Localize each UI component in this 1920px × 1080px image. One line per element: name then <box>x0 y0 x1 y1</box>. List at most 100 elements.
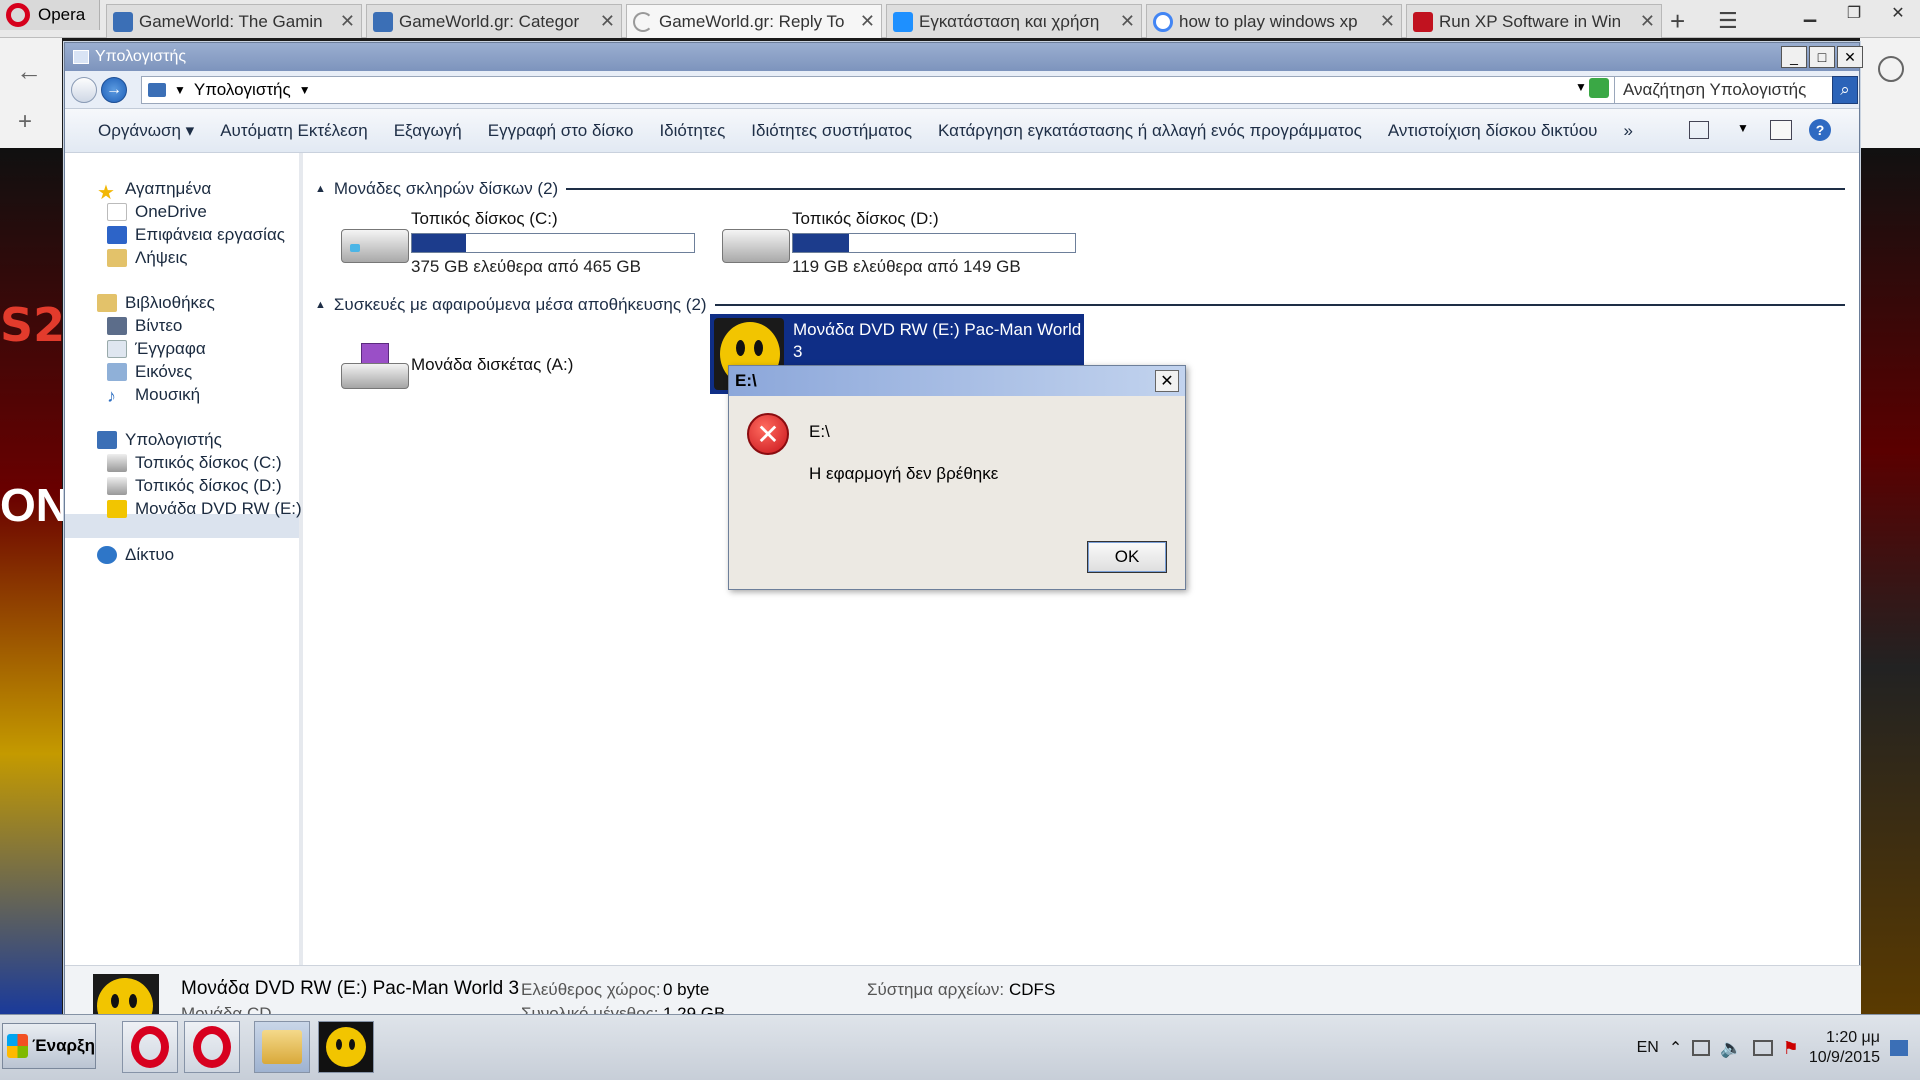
action-center-icon[interactable] <box>1692 1040 1711 1056</box>
browser-tab[interactable]: how to play windows xp ✕ <box>1146 4 1402 38</box>
music-icon: ♪ <box>107 386 116 406</box>
close-tab-icon[interactable]: ✕ <box>340 11 355 32</box>
more-commands-button[interactable]: » <box>1610 121 1645 141</box>
properties-button[interactable]: Ιδιότητες <box>646 121 738 141</box>
floppy-drive-tile[interactable]: Μονάδα δισκέτας (A:) <box>325 329 725 409</box>
tab-menu-icon[interactable]: ☰ <box>1718 8 1738 34</box>
drive-c-tile[interactable]: Τοπικός δίσκος (C:) 375 GB ελεύθερα από … <box>325 209 725 279</box>
nav-item-onedrive[interactable]: OneDrive <box>107 202 207 222</box>
nav-item-desktop[interactable]: Επιφάνεια εργασίας <box>107 225 285 245</box>
close-window-icon[interactable]: ✕ <box>1876 0 1920 26</box>
search-input[interactable]: Αναζήτηση Υπολογιστής <box>1614 76 1836 104</box>
nav-item-pictures[interactable]: Εικόνες <box>107 362 192 382</box>
uninstall-program-button[interactable]: Κατάργηση εγκατάστασης ή αλλαγή ενός προ… <box>925 121 1375 141</box>
taskbar-opera-1[interactable] <box>122 1021 178 1073</box>
nav-item-drive-c[interactable]: Τοπικός δίσκος (C:) <box>107 453 282 473</box>
libraries-icon <box>97 294 117 312</box>
browser-tab-active[interactable]: GameWorld.gr: Reply To ✕ <box>626 4 882 38</box>
google-favicon-icon <box>1153 11 1173 32</box>
nav-item-network[interactable]: Δίκτυο <box>97 545 174 565</box>
browser-tab[interactable]: Run XP Software in Win ✕ <box>1406 4 1662 38</box>
nav-item-documents[interactable]: Έγγραφα <box>107 339 206 359</box>
clock[interactable]: 1:20 μμ 10/9/2015 <box>1809 1028 1880 1068</box>
taskbar-explorer[interactable] <box>254 1021 310 1073</box>
nav-item-libraries[interactable]: Βιβλιοθήκες <box>97 293 215 313</box>
flag-alert-icon[interactable]: ⚑ <box>1783 1038 1799 1059</box>
system-properties-button[interactable]: Ιδιότητες συστήματος <box>738 121 925 141</box>
forward-button[interactable]: → <box>101 77 127 103</box>
address-text: Υπολογιστής <box>193 80 291 99</box>
autoplay-button[interactable]: Αυτόματη Εκτέλεση <box>207 121 380 141</box>
eject-button[interactable]: Εξαγωγή <box>381 121 475 141</box>
dvd-thumbnail-icon <box>93 974 159 1015</box>
preview-pane-icon[interactable] <box>1770 120 1792 140</box>
restore-icon[interactable]: ❐ <box>1832 0 1876 26</box>
close-tab-icon[interactable]: ✕ <box>600 11 615 32</box>
add-panel-icon[interactable]: + <box>18 108 32 136</box>
help-icon[interactable]: ? <box>1809 119 1831 141</box>
opera-icon <box>131 1026 169 1068</box>
close-tab-icon[interactable]: ✕ <box>1380 11 1395 32</box>
show-desktop-icon[interactable] <box>1890 1040 1908 1056</box>
new-tab-button[interactable]: + <box>1670 6 1685 37</box>
collapse-icon[interactable]: ▲ <box>315 299 326 311</box>
network-tray-icon[interactable] <box>1752 1040 1773 1056</box>
start-button[interactable]: Έναρξη <box>2 1023 96 1069</box>
collapse-icon[interactable]: ▲ <box>315 183 326 195</box>
drive-d-tile[interactable]: Τοπικός δίσκος (D:) 119 GB ελεύθερα από … <box>706 209 1106 279</box>
browser-tab[interactable]: Εγκατάσταση και χρήση ✕ <box>886 4 1142 38</box>
group-header-hdd[interactable]: ▲ Μονάδες σκληρών δίσκων (2) <box>315 179 1845 199</box>
search-icon[interactable]: ⌕ <box>1832 76 1858 104</box>
taskbar-opera-2[interactable] <box>184 1021 240 1073</box>
browser-tab[interactable]: GameWorld: The Gamin ✕ <box>106 4 362 38</box>
maximize-icon[interactable]: □ <box>1809 46 1835 68</box>
computer-icon <box>73 50 89 64</box>
network-icon <box>97 546 117 564</box>
browser-tab[interactable]: GameWorld.gr: Categor ✕ <box>366 4 622 38</box>
chevron-down-icon[interactable]: ▼ <box>1737 121 1749 135</box>
nav-item-music[interactable]: ♪ Μουσική <box>107 385 200 406</box>
group-header-removable[interactable]: ▲ Συσκευές με αφαιρούμενα μέσα αποθήκευσ… <box>315 295 1845 315</box>
gameworld-favicon-icon <box>373 11 393 32</box>
dialog-close-icon[interactable]: ✕ <box>1155 370 1179 392</box>
address-bar-row: → ▼ Υπολογιστής ▼ ▼ Αναζήτηση Υπολογιστή… <box>65 71 1859 109</box>
close-tab-icon[interactable]: ✕ <box>1120 11 1135 32</box>
nav-item-drive-d[interactable]: Τοπικός δίσκος (D:) <box>107 476 282 496</box>
nav-item-downloads[interactable]: Λήψεις <box>107 248 187 268</box>
ok-button[interactable]: OK <box>1087 541 1167 573</box>
close-tab-icon[interactable]: ✕ <box>1640 11 1655 32</box>
minimize-icon[interactable]: ▁ <box>1788 0 1832 26</box>
close-icon[interactable]: ✕ <box>1837 46 1863 68</box>
dialog-titlebar: E:\ ✕ <box>729 366 1185 396</box>
address-box[interactable]: ▼ Υπολογιστής ▼ <box>141 76 1666 104</box>
organize-button[interactable]: Οργάνωση ▾ <box>85 121 207 141</box>
speaker-icon[interactable]: 🔈 <box>1720 1038 1742 1059</box>
map-network-drive-button[interactable]: Αντιστοίχιση δίσκου δικτύου <box>1375 121 1611 141</box>
loading-spinner-icon <box>633 11 653 32</box>
explorer-title: Υπολογιστής <box>95 48 187 65</box>
hard-drive-icon <box>722 229 790 263</box>
back-button[interactable] <box>71 77 97 103</box>
burn-button[interactable]: Εγγραφή στο δίσκο <box>475 121 647 141</box>
minimize-icon[interactable]: _ <box>1781 46 1807 68</box>
show-hidden-icons-icon[interactable]: ⌃ <box>1669 1038 1682 1058</box>
language-indicator[interactable]: EN <box>1637 1039 1659 1057</box>
pictures-icon <box>107 363 127 381</box>
opera-menu-button[interactable]: Opera <box>0 0 100 30</box>
nav-item-drive-e[interactable]: Μονάδα DVD RW (E:) <box>107 499 302 519</box>
nav-item-computer[interactable]: Υπολογιστής <box>97 430 222 450</box>
refresh-icon[interactable] <box>1589 78 1609 98</box>
chevron-down-icon[interactable]: ▼ <box>174 83 186 97</box>
nav-item-videos[interactable]: Βίντεο <box>107 316 182 336</box>
details-pane: Μονάδα DVD RW (E:) Pac-Man World 3 Μονάδ… <box>65 965 1861 1015</box>
nav-item-favorites[interactable]: ★ Αγαπημένα <box>97 179 211 204</box>
close-tab-icon[interactable]: ✕ <box>860 11 875 32</box>
history-dropdown-icon[interactable]: ▼ <box>1575 80 1587 94</box>
cloud-icon <box>107 203 127 221</box>
change-view-icon[interactable] <box>1689 121 1709 139</box>
account-icon[interactable] <box>1878 56 1904 82</box>
windows-favicon-icon <box>893 11 913 32</box>
chevron-down-icon[interactable]: ▼ <box>299 83 311 97</box>
taskbar-pacman[interactable] <box>318 1021 374 1073</box>
back-arrow-icon[interactable]: ← <box>16 56 42 87</box>
